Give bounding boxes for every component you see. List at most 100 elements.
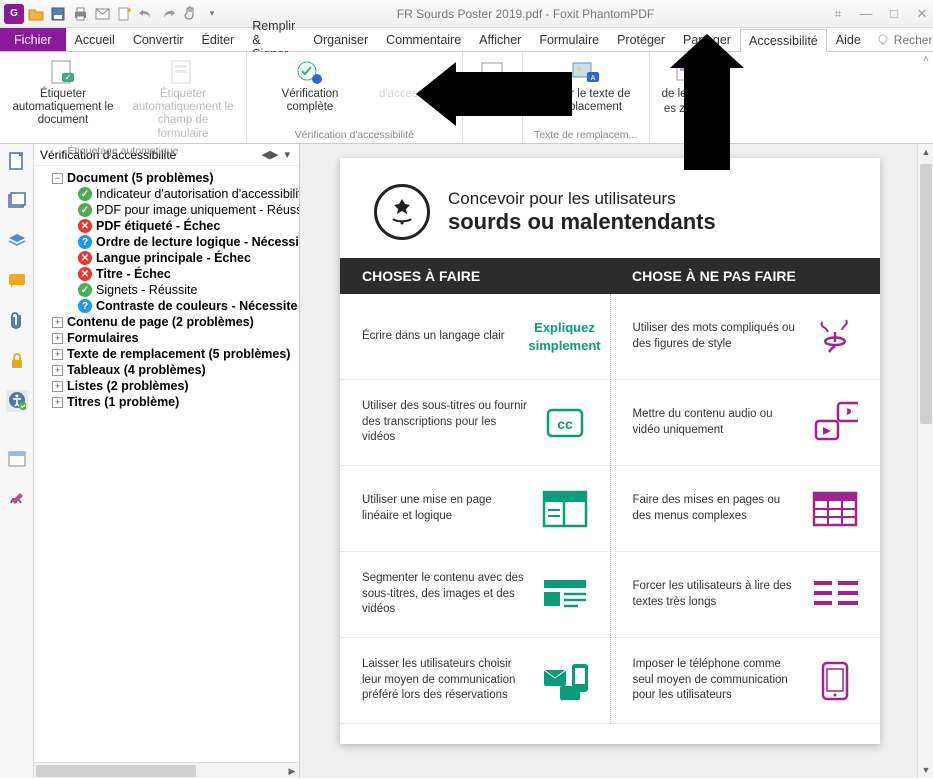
dont-cell: Imposer le téléphone comme seul moyen de… <box>611 638 881 724</box>
search-input[interactable] <box>894 33 933 47</box>
dont-icon <box>812 314 858 360</box>
tree-group[interactable]: +Texte de remplacement (5 problèmes) <box>52 346 297 362</box>
tree-item[interactable]: ?Contraste de couleurs - Nécessite <box>68 298 297 314</box>
autotag-doc-button[interactable]: ✓ Étiqueter automatiquement le document <box>8 56 118 130</box>
pages-panel-icon[interactable] <box>6 150 28 172</box>
dont-cell: Mettre du contenu audio ou vidéo uniquem… <box>611 380 881 466</box>
dont-cell: Utiliser des mots compliqués ou des figu… <box>611 294 881 380</box>
tab-aide[interactable]: Aide <box>827 28 870 51</box>
ribbon-group-label: Étiquetage automatique <box>68 143 179 157</box>
scroll-down-icon[interactable]: ▼ <box>918 762 933 778</box>
document-viewer[interactable]: Concevoir pour les utilisateurs sourds o… <box>300 144 933 778</box>
ribbon-group-label: Texte de remplacem... <box>534 127 637 141</box>
a11y-check-panel-icon[interactable] <box>6 390 28 412</box>
tree-item[interactable]: ✕Titre - Échec <box>68 266 297 282</box>
dont-icon <box>812 572 858 618</box>
redo-icon[interactable] <box>160 6 176 22</box>
tab-proteger[interactable]: Protéger <box>608 28 674 51</box>
hand-icon[interactable] <box>182 6 198 22</box>
tab-remplir-signer[interactable]: Remplir & Signer <box>243 28 304 51</box>
annotation-arrow-1 <box>452 72 572 116</box>
security-panel-icon[interactable] <box>6 350 28 372</box>
viewer-vscroll[interactable]: ▲ ▼ <box>917 144 933 778</box>
a11y-check-panel: Vérification d'accessibilité ◀▶ ▾ −Docum… <box>34 144 300 778</box>
poster-title-1: Concevoir pour les utilisateurs <box>448 189 716 209</box>
tree-group[interactable]: +Titres (1 problème) <box>52 394 297 410</box>
ribbon-tabs: Fichier Accueil Convertir Éditer Remplir… <box>0 28 933 52</box>
poster-logo-icon <box>374 184 430 240</box>
scroll-up-icon[interactable]: ▲ <box>918 144 933 160</box>
tab-afficher[interactable]: Afficher <box>470 28 530 51</box>
tree-item[interactable]: ?Ordre de lecture logique - Nécessite <box>68 234 297 250</box>
do-cell: Utiliser des sous-titres ou fournir des … <box>340 380 610 466</box>
main-area: Vérification d'accessibilité ◀▶ ▾ −Docum… <box>0 144 933 778</box>
annotation-arrow-2-head <box>670 34 744 68</box>
scroll-right-icon[interactable]: ▶ <box>285 763 299 779</box>
panel-collapse-button[interactable]: ◀▶ <box>259 148 282 161</box>
tree-group[interactable]: +Tableaux (4 problèmes) <box>52 362 297 378</box>
quick-access-toolbar: ✦ ▾ <box>28 6 220 22</box>
tab-accueil[interactable]: Accueil <box>66 28 124 51</box>
bookmarks-panel-icon[interactable] <box>6 190 28 212</box>
tab-file[interactable]: Fichier <box>0 28 66 51</box>
tab-accessibilite[interactable]: Accessibilité <box>740 29 827 52</box>
tree-root[interactable]: −Document (5 problèmes) <box>52 170 297 186</box>
print-icon[interactable] <box>72 6 88 22</box>
tab-organiser[interactable]: Organiser <box>304 28 377 51</box>
annotation-arrow-1-head <box>416 62 456 126</box>
tree-group[interactable]: +Formulaires <box>52 330 297 346</box>
band-dont: CHOSE À NE PAS FAIRE <box>610 258 880 294</box>
tree-item[interactable]: ✓PDF pour image uniquement - Réussite <box>68 202 297 218</box>
save-icon[interactable] <box>50 6 66 22</box>
maximize-button[interactable]: □ <box>887 6 901 21</box>
collapse-ribbon-button[interactable]: ˄ <box>923 54 929 65</box>
poster-band: CHOSES À FAIRE CHOSE À NE PAS FAIRE <box>340 258 880 294</box>
qat-more-icon[interactable]: ▾ <box>204 6 220 22</box>
tab-formulaire[interactable]: Formulaire <box>530 28 608 51</box>
sign-panel-icon[interactable] <box>6 488 28 510</box>
search-box[interactable]: 🔍 ▸ <box>870 28 933 51</box>
new-icon[interactable]: ✦ <box>116 6 132 22</box>
do-icon <box>542 572 588 618</box>
open-icon[interactable] <box>28 6 44 22</box>
do-cell: Écrire dans un langage clairExpliquezsim… <box>340 294 610 380</box>
band-do: CHOSES À FAIRE <box>340 258 610 294</box>
scroll-thumb[interactable] <box>36 765 196 777</box>
window-controls: ⌗ — □ ✕ <box>831 6 929 22</box>
panel-hscroll[interactable]: ◀ ▶ <box>34 762 299 778</box>
app-logo: G <box>4 4 24 24</box>
tab-editer[interactable]: Éditer <box>193 28 244 51</box>
mail-icon[interactable] <box>94 6 110 22</box>
panel-menu-button[interactable]: ▾ <box>281 148 293 161</box>
tree-item[interactable]: ✓Indicateur d'autorisation d'accessibili… <box>68 186 297 202</box>
window-title: FR Sourds Poster 2019.pdf - Foxit Phanto… <box>220 7 831 21</box>
do-icon <box>542 486 588 532</box>
tree-item[interactable]: ✓Signets - Réussite <box>68 282 297 298</box>
layers-panel-icon[interactable] <box>6 230 28 252</box>
svg-text:✓: ✓ <box>65 73 72 82</box>
tree-group[interactable]: +Contenu de page (2 problèmes) <box>52 314 297 330</box>
vscroll-thumb[interactable] <box>920 164 932 424</box>
dont-icon <box>812 400 858 446</box>
svg-text:✦: ✦ <box>126 7 131 15</box>
undo-icon[interactable] <box>138 6 154 22</box>
autotag-form-button: Étiqueter automatiquement le champ de fo… <box>128 56 238 143</box>
full-check-button[interactable]: Vérification complète <box>255 56 365 116</box>
do-cell: Utiliser une mise en page linéaire et lo… <box>340 466 610 552</box>
a11y-tree[interactable]: −Document (5 problèmes) ✓Indicateur d'au… <box>34 166 299 762</box>
ribbon-group-tagging: ✓ Étiqueter automatiquement le document … <box>0 52 247 143</box>
nav-strip <box>0 144 34 778</box>
minimize-button[interactable]: — <box>859 6 873 21</box>
close-button[interactable]: ✕ <box>915 6 929 22</box>
pdf-page: Concevoir pour les utilisateurs sourds o… <box>340 158 880 744</box>
tree-item[interactable]: ✕PDF étiqueté - Échec <box>68 218 297 234</box>
attachments-panel-icon[interactable] <box>6 310 28 332</box>
ribbon-layout-icon[interactable]: ⌗ <box>831 6 845 22</box>
comments-panel-icon[interactable] <box>6 270 28 292</box>
fields-panel-icon[interactable] <box>6 448 28 470</box>
tree-group[interactable]: +Listes (2 problèmes) <box>52 378 297 394</box>
tree-item[interactable]: ✕Langue principale - Échec <box>68 250 297 266</box>
svg-text:A: A <box>590 75 595 82</box>
tab-commentaire[interactable]: Commentaire <box>377 28 470 51</box>
tab-convertir[interactable]: Convertir <box>124 28 193 51</box>
